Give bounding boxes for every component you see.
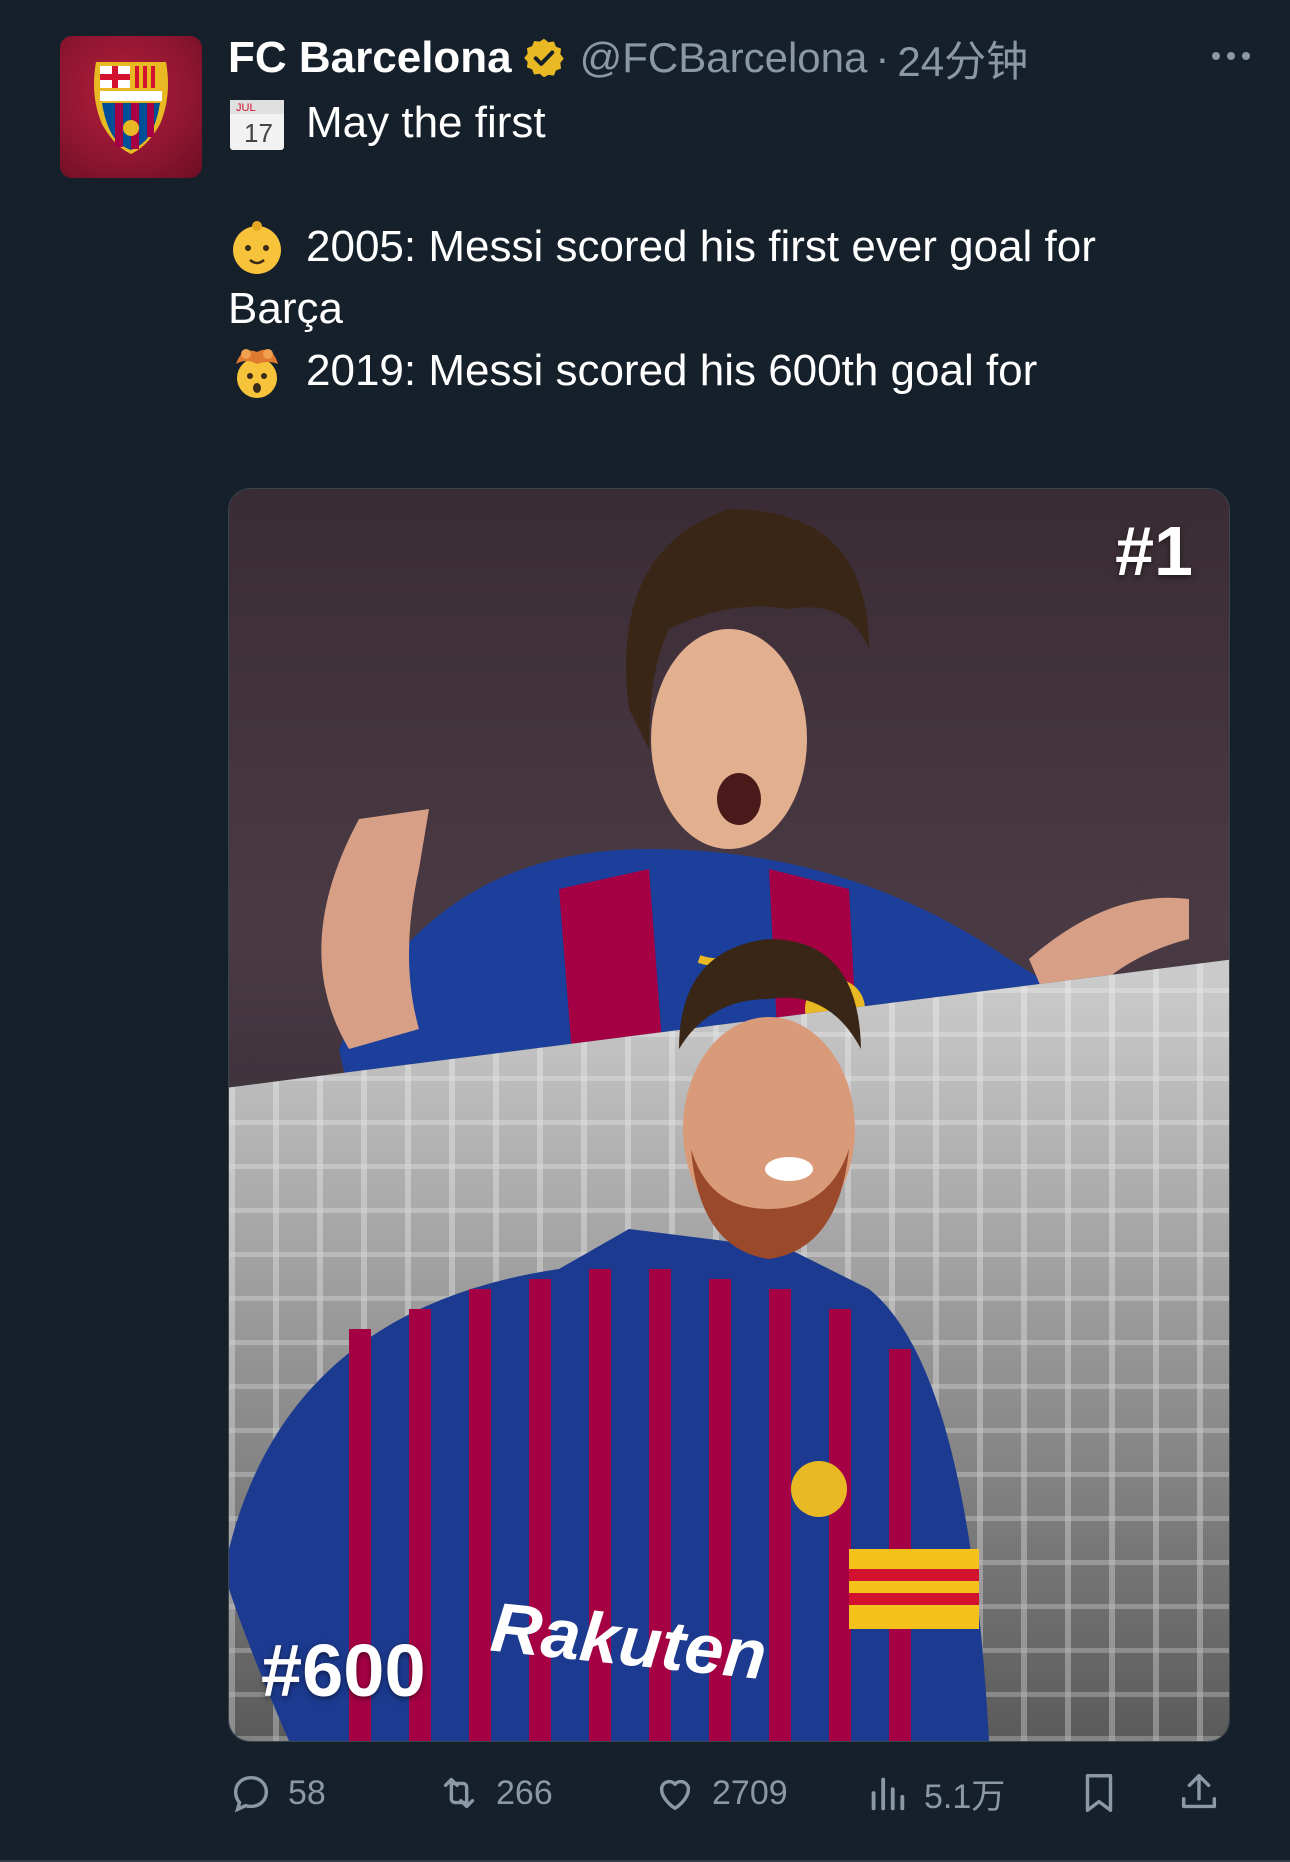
more-icon[interactable] xyxy=(1212,36,1250,76)
reply-count: 58 xyxy=(288,1773,326,1812)
author-name[interactable]: FC Barcelona xyxy=(228,33,512,83)
views-button[interactable]: 5.1万 xyxy=(864,1768,1005,1818)
author-handle[interactable]: @FCBarcelona xyxy=(580,34,868,82)
reply-icon xyxy=(233,1775,269,1813)
like-icon xyxy=(659,1779,691,1811)
retweet-button[interactable]: 266 xyxy=(436,1768,553,1818)
calendar-month: JUL xyxy=(236,102,256,114)
tweet-text-4: 2019: Messi scored his 600th goal for xyxy=(306,346,1038,395)
avatar[interactable] xyxy=(60,36,202,178)
timestamp[interactable]: 24分钟 xyxy=(897,28,1028,89)
views-count: 5.1万 xyxy=(924,1777,1006,1816)
tweet-text-1: May the first xyxy=(306,98,546,147)
share-icon xyxy=(1181,1774,1217,1809)
tweet-header: FC Barcelona @FCBarcelona · 24分钟 xyxy=(228,30,1028,86)
tweet-media[interactable]: Rakuten #1 #600 xyxy=(228,488,1230,1742)
label-600th-goal: #600 xyxy=(261,1629,426,1712)
baby-emoji-icon xyxy=(233,221,281,274)
retweet-icon xyxy=(443,1777,475,1809)
separator: · xyxy=(875,34,890,81)
reply-button[interactable]: 58 xyxy=(228,1768,326,1818)
tweet-line-1: JUL 17 May the first xyxy=(228,92,1228,154)
action-bar: 58 266 2709 5.1万 xyxy=(228,1768,1228,1818)
tweet-text-3: Barça xyxy=(228,284,343,333)
messi-2019-illustration: Rakuten xyxy=(229,939,989,1741)
share-button[interactable] xyxy=(1176,1768,1236,1818)
views-icon xyxy=(871,1777,905,1811)
like-button[interactable]: 2709 xyxy=(652,1768,788,1818)
tweet-text-2: 2005: Messi scored his first ever goal f… xyxy=(306,222,1096,271)
bookmark-icon xyxy=(1085,1774,1113,1812)
calendar-icon: JUL 17 xyxy=(230,100,284,150)
like-count: 2709 xyxy=(712,1773,788,1812)
tweet-line-4: 2019: Messi scored his 600th goal for xyxy=(228,340,1228,402)
exploding-head-emoji-icon xyxy=(236,349,278,398)
retweet-count: 266 xyxy=(496,1773,553,1812)
fcb-crest-icon xyxy=(94,62,168,154)
tweet-line-2: 2005: Messi scored his first ever goal f… xyxy=(228,216,1228,278)
label-first-goal: #1 xyxy=(1115,512,1193,590)
verified-icon xyxy=(523,38,564,78)
bookmark-button[interactable] xyxy=(1076,1768,1136,1818)
tweet-line-3: Barça xyxy=(228,278,1228,340)
calendar-day: 17 xyxy=(244,118,273,148)
